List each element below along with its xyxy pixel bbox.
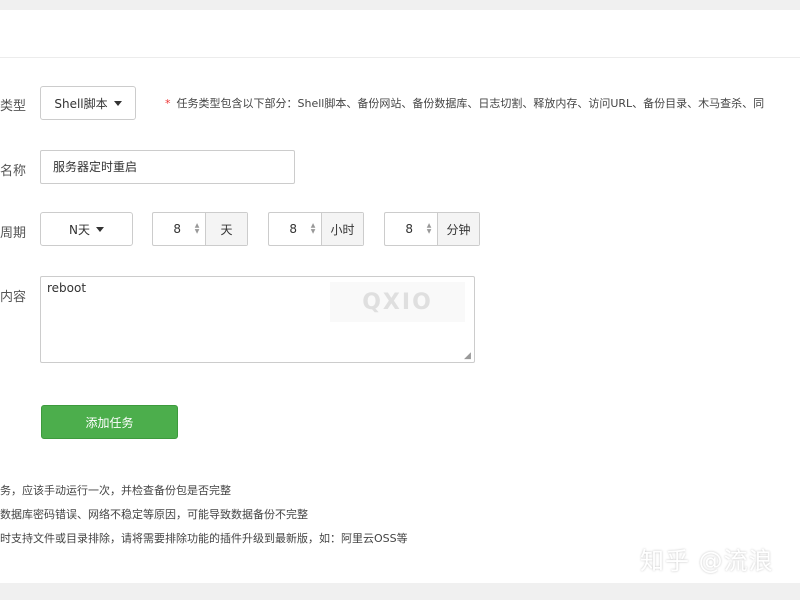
task-name-input[interactable]: 服务器定时重启 (40, 150, 295, 184)
note-line: 数据库密码错误、网络不稳定等原因，可能导致数据备份不完整 (0, 508, 308, 521)
task-type-hint-text: 任务类型包含以下部分：Shell脚本、备份网站、备份数据库、日志切割、释放内存、… (176, 97, 765, 110)
resize-handle-icon[interactable]: ◢ (464, 352, 472, 361)
cycle-select[interactable]: N天 (40, 212, 133, 246)
add-task-button[interactable]: 添加任务 (41, 405, 178, 439)
hours-stepper[interactable]: 8 ▲ ▼ (269, 213, 321, 245)
hours-unit: 小时 (321, 213, 363, 245)
task-type-hint: * 任务类型包含以下部分：Shell脚本、备份网站、备份数据库、日志切割、释放内存… (165, 95, 764, 111)
minutes-unit: 分钟 (437, 213, 479, 245)
note-line: 务，应该手动运行一次，并检查备份包是否完整 (0, 484, 231, 497)
spinner-arrows-icon[interactable]: ▲ ▼ (309, 223, 317, 235)
task-type-label: 类型 (0, 99, 27, 114)
days-unit: 天 (205, 213, 247, 245)
zhihu-watermark: 知乎 @流浪 (640, 547, 774, 575)
chevron-down-icon (113, 100, 122, 106)
cycle-label: 周期 (0, 226, 27, 241)
watermark-overlay: QXIO (330, 282, 465, 322)
minutes-value: 8 (405, 222, 413, 236)
cycle-value: N天 (69, 222, 90, 237)
hours-stepper-group: 8 ▲ ▼ 小时 (268, 212, 364, 246)
task-name-label: 名称 (0, 164, 27, 179)
chevron-down-icon (95, 226, 104, 232)
header-divider (0, 57, 800, 58)
script-content-label: 内容 (0, 290, 27, 305)
spinner-arrows-icon[interactable]: ▲ ▼ (425, 223, 433, 235)
top-strip (0, 0, 800, 10)
minutes-stepper-group: 8 ▲ ▼ 分钟 (384, 212, 480, 246)
days-value: 8 (173, 222, 181, 236)
note-line: 时支持文件或目录排除，请将需要排除功能的插件升级到最新版，如：阿里云OSS等 (0, 532, 408, 545)
task-type-select[interactable]: Shell脚本 (40, 86, 136, 120)
spinner-arrows-icon[interactable]: ▲ ▼ (193, 223, 201, 235)
required-star: * (165, 97, 171, 110)
task-type-value: Shell脚本 (54, 96, 108, 111)
days-stepper[interactable]: 8 ▲ ▼ (153, 213, 205, 245)
minutes-stepper[interactable]: 8 ▲ ▼ (385, 213, 437, 245)
hours-value: 8 (289, 222, 297, 236)
script-content-value: reboot (47, 281, 87, 295)
bottom-strip (0, 583, 800, 600)
days-stepper-group: 8 ▲ ▼ 天 (152, 212, 248, 246)
